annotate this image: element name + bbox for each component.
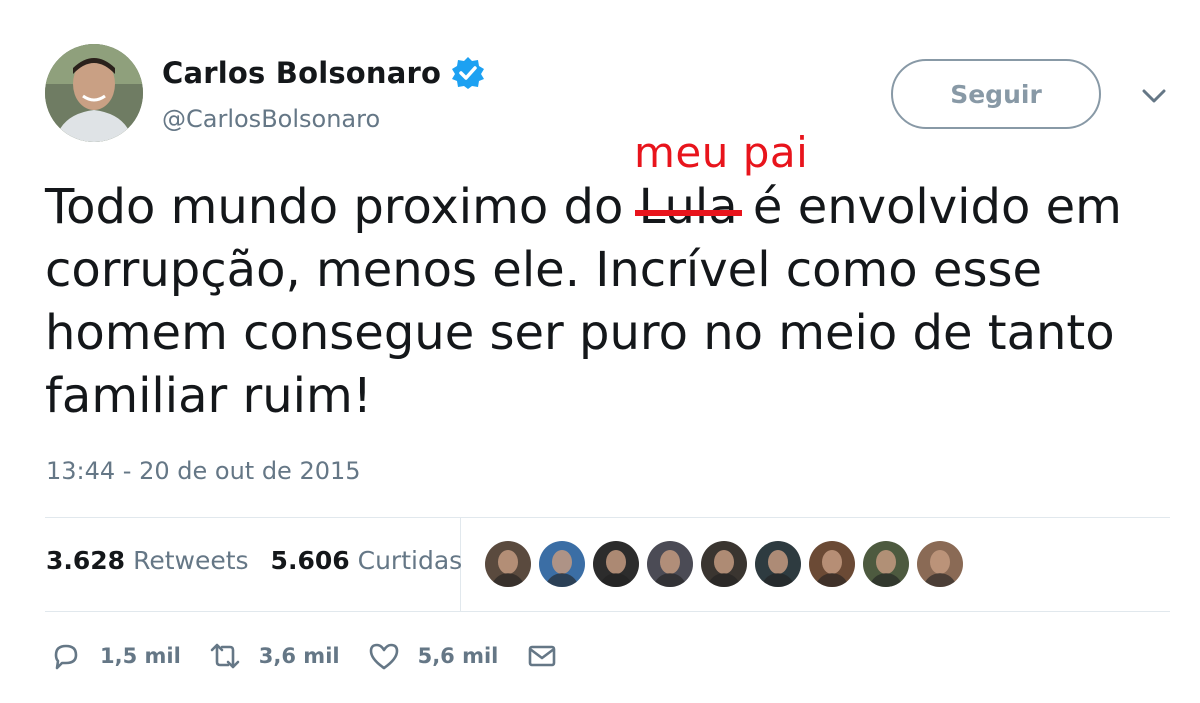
liker-avatar[interactable] xyxy=(701,541,747,587)
liker-avatar[interactable] xyxy=(917,541,963,587)
likes-label[interactable]: Curtidas xyxy=(358,546,463,575)
retweets-count[interactable]: 3.628 xyxy=(46,546,125,575)
divider xyxy=(45,611,1170,612)
reply-icon xyxy=(54,644,78,670)
retweets-label[interactable]: Retweets xyxy=(133,546,248,575)
retweet-icon xyxy=(210,643,240,669)
follow-button[interactable]: Seguir xyxy=(891,59,1101,129)
reply-button[interactable]: 1,5 mil xyxy=(50,640,181,672)
verified-badge-icon xyxy=(452,57,485,89)
tweet-timestamp[interactable]: 13:44 - 20 de out de 2015 xyxy=(46,457,361,485)
engagement-stats: 3.628 Retweets 5.606 Curtidas xyxy=(46,546,484,575)
like-button[interactable]: 5,6 mil xyxy=(368,640,499,672)
liker-avatar[interactable] xyxy=(755,541,801,587)
liker-avatar[interactable] xyxy=(647,541,693,587)
like-count: 5,6 mil xyxy=(417,644,499,668)
liker-avatar[interactable] xyxy=(485,541,531,587)
liker-avatar[interactable] xyxy=(809,541,855,587)
tweet-text-before: Todo mundo proximo do xyxy=(45,179,639,235)
chevron-down-icon[interactable] xyxy=(1140,86,1168,106)
liker-avatar[interactable] xyxy=(593,541,639,587)
struck-word: Lula xyxy=(638,179,738,235)
display-name[interactable]: Carlos Bolsonaro xyxy=(162,56,441,90)
liker-avatar[interactable] xyxy=(863,541,909,587)
avatar[interactable] xyxy=(45,44,143,142)
direct-message-button[interactable] xyxy=(526,640,558,672)
liker-avatar[interactable] xyxy=(539,541,585,587)
liker-avatars xyxy=(485,541,971,587)
likes-count[interactable]: 5.606 xyxy=(271,546,350,575)
heart-icon xyxy=(369,643,398,670)
retweet-count: 3,6 mil xyxy=(258,644,340,668)
handwritten-annotation: meu pai xyxy=(634,128,809,177)
retweet-button[interactable]: 3,6 mil xyxy=(209,640,340,672)
divider xyxy=(45,517,1170,518)
envelope-icon xyxy=(529,645,556,667)
reply-count: 1,5 mil xyxy=(100,644,181,668)
action-bar: 1,5 mil 3,6 mil 5,6 mil xyxy=(50,640,586,672)
tweet-text: Todo mundo proximo do Lula é envolvido e… xyxy=(45,176,1175,428)
user-handle[interactable]: @CarlosBolsonaro xyxy=(162,105,380,133)
